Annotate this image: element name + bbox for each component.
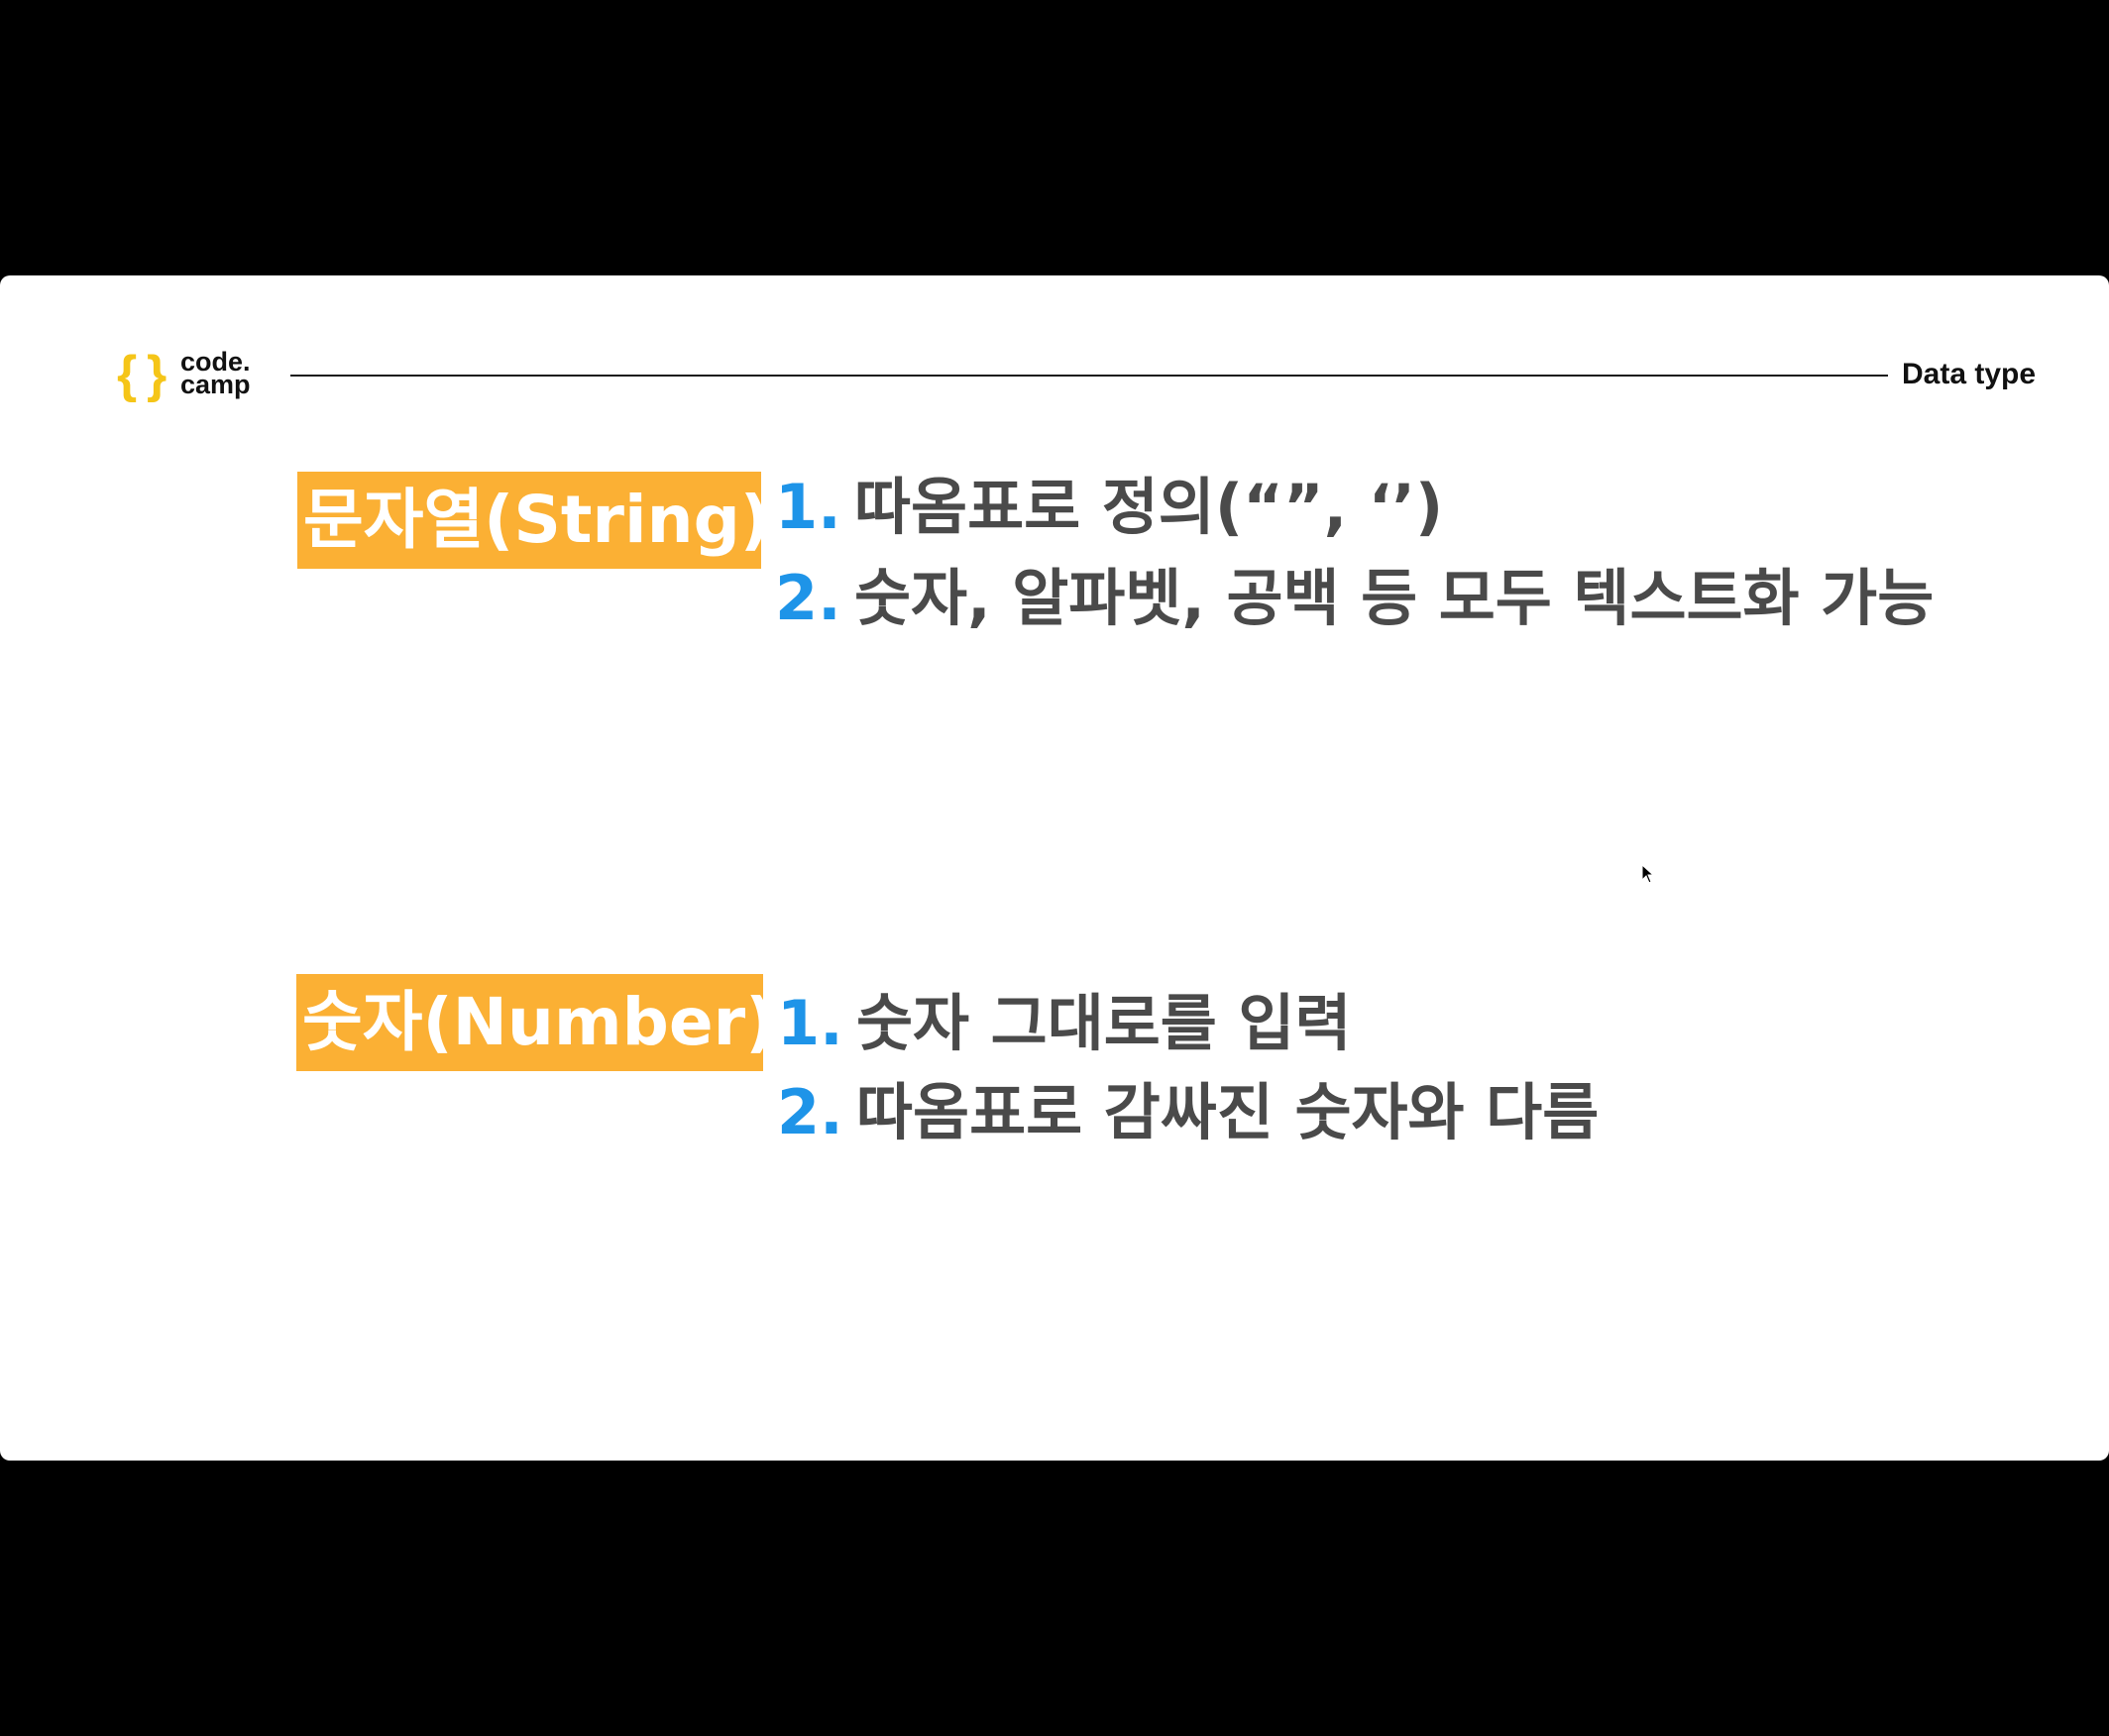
header-divider (290, 375, 1888, 377)
item-text: 숫자, 알파벳, 공백 등 모두 텍스트화 가능 (854, 562, 1935, 634)
item-number: 2. (777, 1076, 843, 1148)
item-text: 따옴표로 감싸진 숫자와 다름 (856, 1076, 1600, 1148)
logo-line2: camp (180, 370, 251, 399)
mouse-cursor-icon (1641, 864, 1655, 884)
item-text: 숫자 그대로를 입력 (856, 987, 1352, 1059)
string-section-label: 문자열(String) (297, 472, 770, 569)
logo-text: code. camp (180, 349, 251, 399)
item-number: 2. (775, 562, 841, 634)
item-text: 따옴표로 정의(“”, ‘’) (854, 471, 1444, 543)
string-item-2: 2. 숫자, 알파벳, 공백 등 모두 텍스트화 가능 (775, 559, 1934, 638)
item-number: 1. (777, 987, 843, 1059)
open-brace-icon: { (117, 346, 138, 403)
page-title: Data type (1902, 358, 2037, 390)
number-item-1: 1. 숫자 그대로를 입력 (777, 984, 1352, 1063)
close-brace-icon: } (147, 346, 167, 403)
number-item-2: 2. 따옴표로 감싸진 숫자와 다름 (777, 1073, 1599, 1152)
codecamp-logo: { } code. camp (117, 347, 256, 402)
item-number: 1. (775, 471, 841, 543)
string-item-1: 1. 따옴표로 정의(“”, ‘’) (775, 468, 1443, 547)
number-section-label: 숫자(Number) (296, 974, 775, 1071)
slide (0, 275, 2109, 1461)
